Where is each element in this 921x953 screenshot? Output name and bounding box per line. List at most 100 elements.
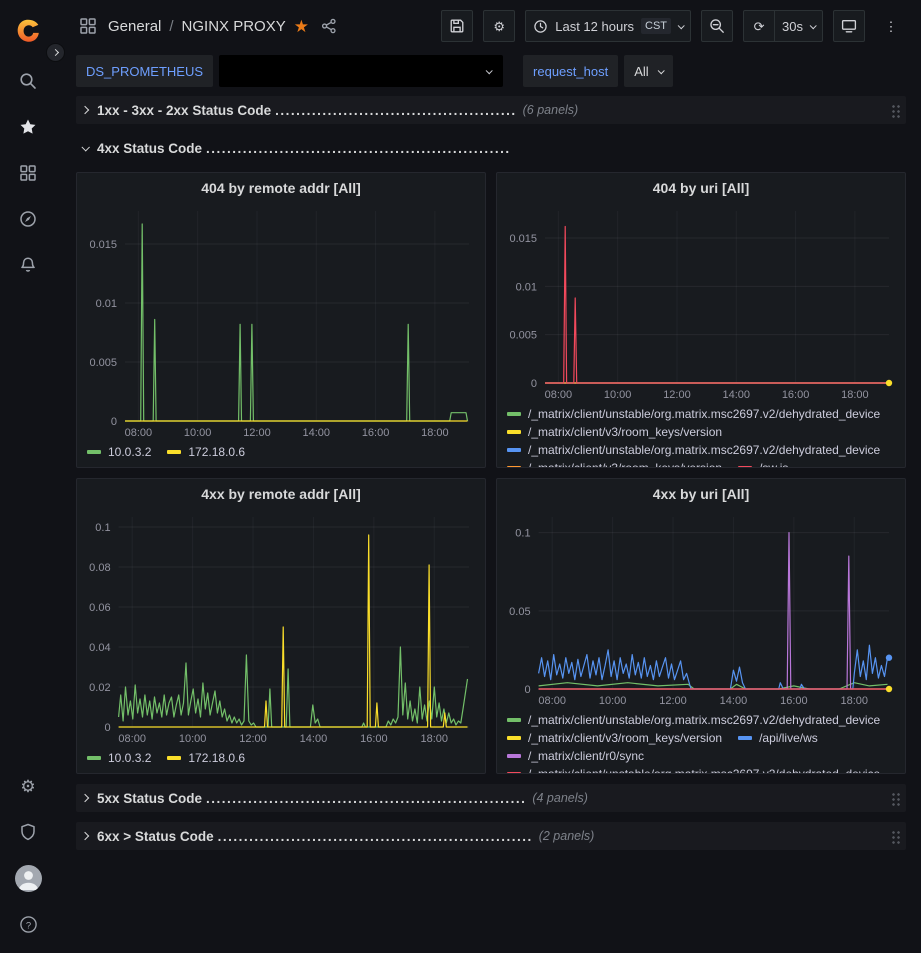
starred-dashboards-icon[interactable] xyxy=(6,104,50,150)
legend-label: /api/live/ws xyxy=(759,729,818,747)
svg-text:08:00: 08:00 xyxy=(118,733,146,745)
chart-canvas[interactable]: 08:0010:0012:0014:0016:0018:0000.0050.01… xyxy=(501,203,901,403)
svg-text:0.005: 0.005 xyxy=(509,330,537,342)
row-4xx-status-code[interactable]: 4xx Status Code ........................… xyxy=(76,134,906,162)
clock-icon xyxy=(533,19,548,34)
zoom-out-button[interactable] xyxy=(701,10,733,42)
save-dashboard-button[interactable] xyxy=(441,10,473,42)
row-panel-count: (6 panels) xyxy=(523,103,579,117)
legend-label: 172.18.0.6 xyxy=(188,443,245,461)
legend-swatch xyxy=(507,754,521,758)
kebab-menu-button[interactable]: ⋮ xyxy=(875,10,907,42)
request-host-label: request_host xyxy=(523,55,618,87)
legend-item[interactable]: /_matrix/client/unstable/org.matrix.msc2… xyxy=(507,765,880,773)
legend-swatch xyxy=(507,466,521,467)
apps-grid-icon[interactable] xyxy=(76,14,100,38)
row-6xx-status-code[interactable]: 6xx > Status Code ......................… xyxy=(76,822,906,850)
legend-item[interactable]: /api/live/ws xyxy=(738,729,818,747)
help-icon[interactable]: ? xyxy=(6,901,50,947)
svg-text:10:00: 10:00 xyxy=(184,427,212,439)
panel-title[interactable]: 4xx by uri [All] xyxy=(497,479,905,509)
timezone-badge: CST xyxy=(641,18,671,34)
grafana-logo-icon[interactable] xyxy=(6,8,50,54)
favorite-star-icon[interactable]: ★ xyxy=(294,18,309,35)
row-title: 1xx - 3xx - 2xx Status Code xyxy=(97,103,271,118)
row-drag-handle[interactable] xyxy=(891,791,900,806)
time-range-picker[interactable]: Last 12 hours CST xyxy=(525,10,691,42)
legend-item[interactable]: /sw.js xyxy=(738,459,788,467)
legend-item[interactable]: /_matrix/client/unstable/org.matrix.msc2… xyxy=(507,405,880,423)
legend-swatch xyxy=(738,466,752,467)
legend-label: /_matrix/client/r0/sync xyxy=(528,747,644,765)
svg-text:08:00: 08:00 xyxy=(125,427,153,439)
tv-mode-button[interactable] xyxy=(833,10,865,42)
row-drag-handle[interactable] xyxy=(891,103,900,118)
legend-item[interactable]: /_matrix/client/v3/room_keys/version xyxy=(507,729,722,747)
legend-item[interactable]: /_matrix/client/unstable/org.matrix.msc2… xyxy=(507,711,880,729)
legend-item[interactable]: /_matrix/client/unstable/org.matrix.msc2… xyxy=(507,441,880,459)
dashboards-icon[interactable] xyxy=(6,150,50,196)
svg-text:18:00: 18:00 xyxy=(421,427,449,439)
panel-title[interactable]: 404 by remote addr [All] xyxy=(77,173,485,203)
panel-legend: 10.0.3.2 172.18.0.6 xyxy=(77,747,485,773)
server-admin-shield-icon[interactable] xyxy=(6,809,50,855)
share-icon[interactable] xyxy=(317,14,341,38)
row-leader-dots: ........................................… xyxy=(206,791,526,806)
refresh-button[interactable]: ⟳ xyxy=(743,10,775,42)
breadcrumb-section[interactable]: General xyxy=(108,18,161,35)
sidebar-expand-button[interactable] xyxy=(46,43,65,62)
sidebar: ⚙ ? xyxy=(0,0,56,953)
user-avatar[interactable] xyxy=(6,855,50,901)
explore-compass-icon[interactable] xyxy=(6,196,50,242)
row-title: 5xx Status Code xyxy=(97,791,202,806)
svg-text:0.06: 0.06 xyxy=(89,602,110,614)
search-icon[interactable] xyxy=(6,58,50,104)
row-panel-count: (4 panels) xyxy=(532,791,588,805)
avatar-image xyxy=(15,865,42,892)
datasource-select[interactable] xyxy=(219,55,503,87)
svg-text:0.08: 0.08 xyxy=(89,562,110,574)
panel-4xx-by-remote-addr: 4xx by remote addr [All] 08:0010:0012:00… xyxy=(76,478,486,774)
chart-canvas[interactable]: 08:0010:0012:0014:0016:0018:0000.050.1 xyxy=(501,509,901,709)
legend-swatch xyxy=(507,412,521,416)
chart-area: 08:0010:0012:0014:0016:0018:0000.050.1 xyxy=(501,509,901,709)
refresh-interval-dropdown[interactable]: 30s xyxy=(774,10,823,42)
legend-item[interactable]: 172.18.0.6 xyxy=(167,749,245,767)
legend-label: /_matrix/client/v3/room_keys/version xyxy=(528,459,722,467)
legend-item[interactable]: /_matrix/client/v3/room_keys/version xyxy=(507,423,722,441)
svg-text:0.015: 0.015 xyxy=(89,239,117,251)
refresh-interval-label: 30s xyxy=(782,19,803,34)
chart-canvas[interactable]: 08:0010:0012:0014:0016:0018:0000.0050.01… xyxy=(81,203,481,441)
legend-item[interactable]: 10.0.3.2 xyxy=(87,443,151,461)
panel-title[interactable]: 404 by uri [All] xyxy=(497,173,905,203)
row-1xx-3xx-2xx-status-code[interactable]: 1xx - 3xx - 2xx Status Code ............… xyxy=(76,96,906,124)
panel-legend: 10.0.3.2 172.18.0.6 xyxy=(77,441,485,467)
chevron-down-icon xyxy=(810,22,817,29)
svg-text:16:00: 16:00 xyxy=(780,695,808,707)
refresh-group: ⟳ 30s xyxy=(743,10,823,42)
alerting-bell-icon[interactable] xyxy=(6,242,50,288)
legend-item[interactable]: 10.0.3.2 xyxy=(87,749,151,767)
row-leader-dots: ........................................… xyxy=(218,829,533,844)
dashboard-settings-button[interactable]: ⚙ xyxy=(483,10,515,42)
chart-canvas[interactable]: 08:0010:0012:0014:0016:0018:0000.020.040… xyxy=(81,509,481,747)
legend-item[interactable]: /_matrix/client/r0/sync xyxy=(507,747,644,765)
legend-swatch xyxy=(507,448,521,452)
svg-text:0.1: 0.1 xyxy=(95,522,110,534)
row-5xx-status-code[interactable]: 5xx Status Code ........................… xyxy=(76,784,906,812)
dashboard-title[interactable]: NGINX PROXY xyxy=(182,18,286,35)
chevron-right-icon xyxy=(52,49,59,56)
svg-text:14:00: 14:00 xyxy=(303,427,331,439)
panel-title[interactable]: 4xx by remote addr [All] xyxy=(77,479,485,509)
monitor-icon xyxy=(841,18,857,34)
svg-text:0.01: 0.01 xyxy=(96,298,117,310)
svg-text:08:00: 08:00 xyxy=(545,389,573,401)
legend-swatch xyxy=(167,756,181,760)
request-host-select[interactable]: All xyxy=(624,55,672,87)
legend-item[interactable]: 172.18.0.6 xyxy=(167,443,245,461)
svg-text:10:00: 10:00 xyxy=(599,695,627,707)
legend-item[interactable]: /_matrix/client/v3/room_keys/version xyxy=(507,459,722,467)
configuration-gear-icon[interactable]: ⚙ xyxy=(6,763,50,809)
row-drag-handle[interactable] xyxy=(891,829,900,844)
svg-text:0: 0 xyxy=(111,416,117,428)
